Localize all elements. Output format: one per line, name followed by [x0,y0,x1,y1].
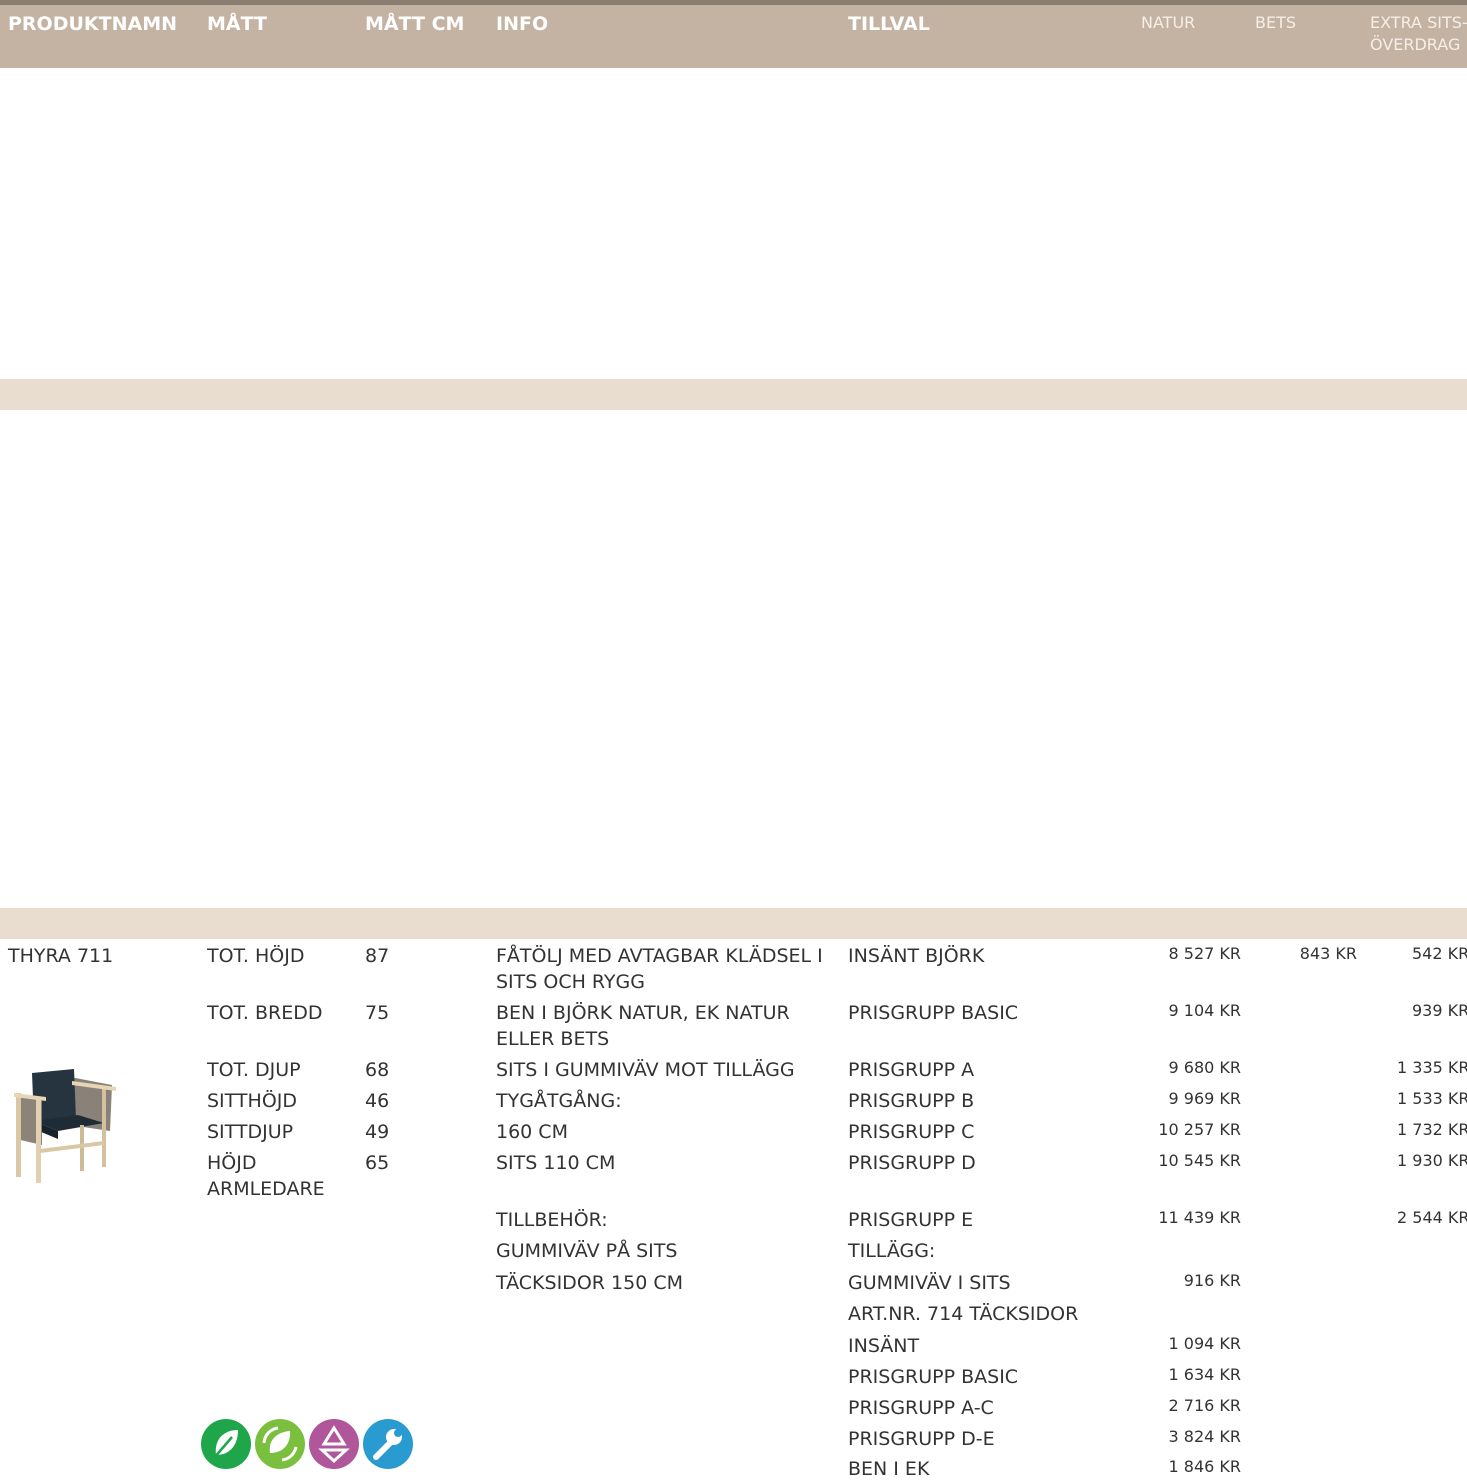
section-band [0,379,1467,410]
recycle-icon [309,1419,359,1469]
option-label: PRISGRUPP A [848,1059,975,1081]
option-label: PRISGRUPP BASIC [848,1366,1019,1388]
price-natur: 1 094 KR [1168,1334,1242,1353]
info-line: TYGÅTGÅNG: [496,1090,622,1112]
price-natur: 9 969 KR [1168,1089,1242,1108]
header-matt-cm: MÅTT CM [365,13,465,35]
price-bets: 843 KR [1299,944,1357,963]
info-line: FÅTÖLJ MED AVTAGBAR KLÄDSEL I [496,945,823,967]
price-natur: 2 716 KR [1168,1396,1242,1415]
dim-value: 68 [365,1059,390,1081]
option-label: PRISGRUPP E [848,1209,974,1231]
info-line: SITS 110 CM [496,1152,616,1174]
info-line: BEN I BJÖRK NATUR, EK NATUR [496,1002,790,1024]
dim-label: HÖJD [207,1152,257,1174]
recycled-leaf-icon [255,1419,305,1469]
product-name: THYRA 711 [8,945,114,967]
price-natur: 916 KR [1183,1271,1241,1290]
option-label: PRISGRUPP D [848,1152,976,1174]
info-line: TILLBEHÖR: [496,1209,608,1231]
price-extra: 542 KR [1412,944,1467,963]
price-natur: 10 257 KR [1158,1120,1241,1139]
price-natur: 9 104 KR [1168,1001,1242,1020]
header-extra-line1: EXTRA SITS- [1370,13,1467,32]
eco-icons [201,1419,413,1469]
price-extra: 1 533 KR [1397,1089,1467,1108]
dim-label: SITTHÖJD [207,1090,298,1112]
option-label: INSÄNT [848,1335,920,1357]
option-label: PRISGRUPP B [848,1090,975,1112]
dim-value: 87 [365,945,390,967]
option-label: PRISGRUPP D-E [848,1428,995,1450]
price-natur: 8 527 KR [1168,944,1242,963]
price-extra: 1 732 KR [1397,1120,1467,1139]
header-matt: MÅTT [207,13,267,35]
price-natur: 11 439 KR [1158,1208,1241,1227]
table-header: PRODUKTNAMN MÅTT MÅTT CM INFO TILLVAL NA… [0,5,1467,68]
price-natur: 3 824 KR [1168,1427,1242,1446]
option-label: BEN I EK [848,1458,930,1480]
header-natur: NATUR [1141,13,1196,32]
info-line: 160 CM [496,1121,568,1143]
option-label: ART.NR. 714 TÄCKSIDOR [848,1303,1079,1325]
price-natur: 9 680 KR [1168,1058,1242,1077]
dim-value: 65 [365,1152,390,1174]
product-image-armchair [14,1069,116,1183]
option-label: PRISGRUPP C [848,1121,975,1143]
dim-label-line2: ARMLEDARE [207,1178,325,1200]
info-line: ELLER BETS [496,1028,610,1050]
info-line: GUMMIVÄV PÅ SITS [496,1240,678,1262]
option-label: PRISGRUPP BASIC [848,1002,1019,1024]
price-natur: 1 634 KR [1168,1365,1242,1384]
dim-value: 49 [365,1121,390,1143]
price-natur: 1 846 KR [1168,1457,1242,1476]
price-natur: 10 545 KR [1158,1151,1241,1170]
leaf-icon [201,1419,251,1469]
header-tillval: TILLVAL [848,13,930,35]
info-line: SITS OCH RYGG [496,971,645,993]
dim-label: SITTDJUP [207,1121,294,1143]
price-extra: 939 KR [1412,1001,1467,1020]
header-produktnamn: PRODUKTNAMN [8,13,178,35]
header-bets: BETS [1255,13,1297,32]
dim-label: TOT. HÖJD [207,945,305,967]
price-extra: 2 544 KR [1397,1208,1467,1227]
option-label: TILLÄGG: [848,1240,936,1262]
dim-value: 46 [365,1090,390,1112]
price-extra: 1 335 KR [1397,1058,1467,1077]
section-band [0,908,1467,939]
header-extra-line2: ÖVERDRAG [1370,35,1461,54]
option-label: GUMMIVÄV I SITS [848,1272,1011,1294]
info-line: TÄCKSIDOR 150 CM [496,1272,683,1294]
wrench-icon [363,1419,413,1469]
dim-label: TOT. BREDD [207,1002,323,1024]
header-info: INFO [496,13,549,35]
option-label: INSÄNT BJÖRK [848,945,985,967]
info-line: SITS I GUMMIVÄV MOT TILLÄGG [496,1059,795,1081]
price-extra: 1 930 KR [1397,1151,1467,1170]
dim-label: TOT. DJUP [207,1059,301,1081]
dim-value: 75 [365,1002,390,1024]
option-label: PRISGRUPP A-C [848,1397,994,1419]
